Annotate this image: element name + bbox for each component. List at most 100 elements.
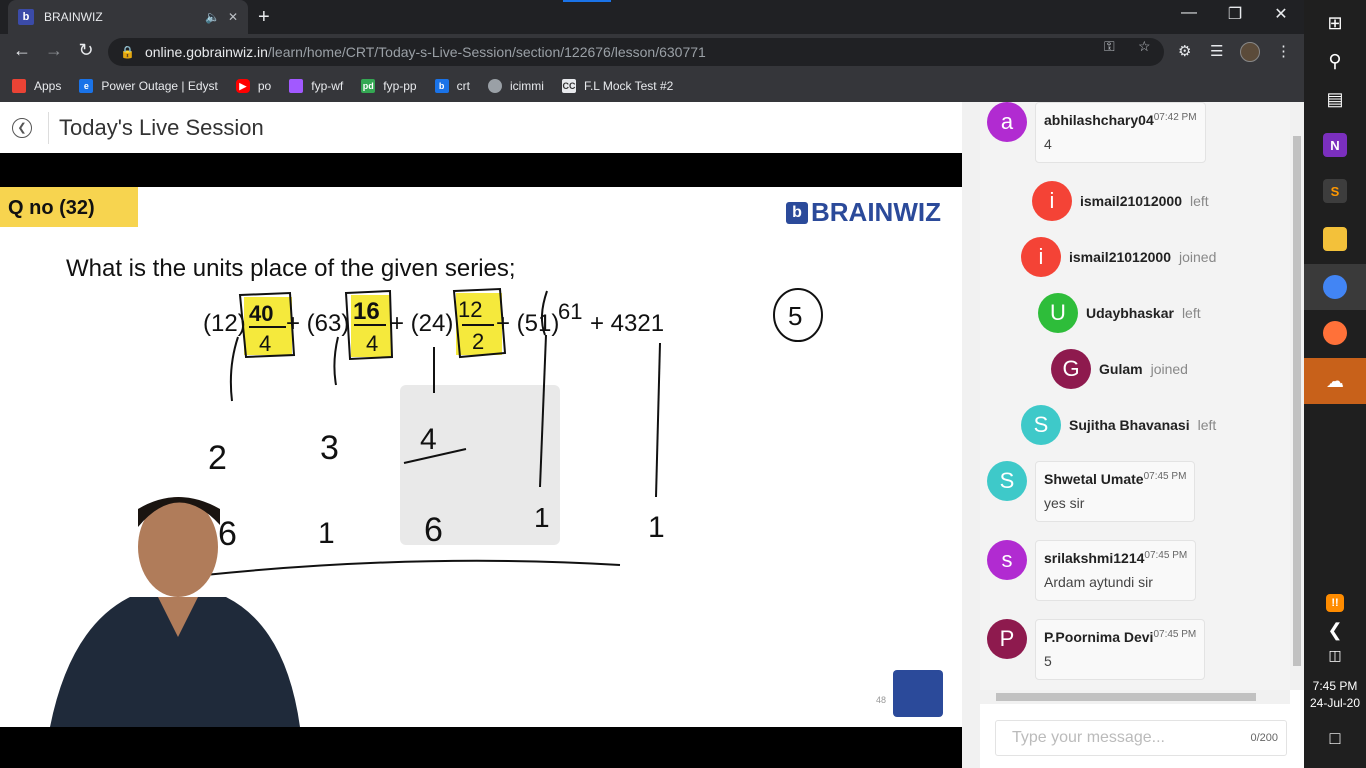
photos-icon[interactable]: ☁ [1304, 358, 1366, 404]
expr-exp-3-den: 2 [472, 329, 484, 354]
row1-digit-3: 4 [420, 423, 437, 456]
reload-icon[interactable]: ↻ [74, 40, 98, 61]
url-host: online.gobrainwiz.in [144, 44, 268, 60]
bookmark-mock-test[interactable]: CC F.L Mock Test #2 [561, 79, 673, 93]
lecture-slide: Q no (32) b BRAINWIZ What is the units pl… [0, 187, 962, 727]
event-username: ismail21012000 [1080, 193, 1182, 209]
message-text: Ardam aytundi sir [1044, 574, 1153, 590]
speaker-icon[interactable]: 🔈 [205, 10, 220, 24]
chrome-icon[interactable] [1304, 264, 1366, 310]
extensions-puzzle-icon[interactable]: ⚙ [1178, 42, 1191, 60]
row1-digit-2: 3 [320, 429, 339, 467]
bookmark-fyp-wf[interactable]: fyp-wf [289, 79, 343, 93]
back-circle-icon[interactable]: ❮ [12, 117, 32, 138]
expr-base-1: (12) [203, 310, 246, 337]
windows-taskbar: ⊞ ⚲ ▤ N S ☁ !! ❮ ◫ 7:45 PM 24-Jul-20 □ [1304, 0, 1366, 768]
pd-icon: pd [361, 79, 376, 93]
bookmark-edyst[interactable]: e Power Outage | Edyst [79, 79, 218, 93]
chat-scrollbar[interactable] [1290, 102, 1304, 690]
expr-base-2: + (63) [286, 310, 349, 337]
presenter-video [50, 497, 300, 727]
minimize-button[interactable]: — [1166, 4, 1212, 22]
message-bubble: abhilashchary0407:42 PM 4 [1035, 102, 1206, 163]
url-path: /learn/home/CRT/Today-s-Live-Session/sec… [267, 44, 706, 60]
message-time: 07:45 PM [1143, 471, 1187, 482]
avatar: s [987, 540, 1027, 580]
message-text: 4 [1044, 136, 1052, 152]
globe-icon [487, 79, 502, 93]
chat-system-event: S Sujitha Bhavanasi left [1021, 405, 1216, 445]
chat-message-list[interactable]: a abhilashchary0407:42 PM 4 i ismail2101… [980, 102, 1290, 690]
close-tab-icon[interactable]: ✕ [228, 10, 238, 24]
apps-grid-icon [12, 79, 26, 93]
profile-avatar[interactable] [1240, 42, 1260, 62]
char-counter: 0/200 [1250, 732, 1278, 744]
back-arrow-icon[interactable]: ← [10, 40, 34, 61]
bookmark-po[interactable]: ▶ po [235, 79, 271, 93]
chat-left-scrollbar[interactable] [962, 102, 980, 768]
bookmark-crt[interactable]: b crt [434, 79, 470, 93]
chat-system-event: U Udaybhaskar left [1038, 293, 1201, 333]
sublime-text-icon[interactable]: S [1304, 168, 1366, 214]
chat-hscrollbar-thumb[interactable] [996, 693, 1256, 701]
chat-system-event: i ismail21012000 left [1032, 181, 1209, 221]
brainwiz-corner-logo [893, 670, 943, 717]
message-text: 5 [1044, 653, 1052, 669]
row1-digit-1: 2 [208, 439, 227, 477]
forward-arrow-icon[interactable]: → [42, 40, 66, 61]
action-center-icon[interactable]: □ [1304, 715, 1366, 761]
event-username: ismail21012000 [1069, 249, 1171, 265]
row2-digit-4: 1 [534, 502, 550, 533]
key-icon[interactable]: ⚿ [1104, 38, 1115, 55]
message-time: 07:45 PM [1153, 629, 1197, 640]
message-time: 07:42 PM [1153, 112, 1197, 123]
event-action: joined [1178, 249, 1217, 265]
chat-scrollbar-thumb[interactable] [1293, 136, 1301, 666]
chat-horizontal-scrollbar[interactable] [980, 690, 1290, 704]
avatar: S [1021, 405, 1061, 445]
slide-number: 48 [876, 695, 887, 705]
bookmark-fyp-pp[interactable]: pd fyp-pp [361, 79, 417, 93]
maximize-button[interactable]: ❐ [1212, 4, 1258, 24]
tab-title: BRAINWIZ [44, 10, 103, 24]
video-player[interactable]: Q no (32) b BRAINWIZ What is the units pl… [0, 153, 962, 768]
message-bubble: Shwetal Umate07:45 PM yes sir [1035, 461, 1196, 522]
expr-exp-1-num: 40 [249, 301, 273, 326]
chat-system-event: G Gulam joined [1051, 349, 1188, 389]
media-queue-icon[interactable]: ☰ [1210, 42, 1223, 60]
close-window-button[interactable]: ✕ [1258, 4, 1304, 24]
onenote-icon[interactable]: N [1304, 122, 1366, 168]
tab-strip: b BRAINWIZ 🔈 ✕ + — ❐ ✕ [0, 0, 1304, 34]
avatar: U [1038, 293, 1078, 333]
lock-icon: 🔒 [120, 45, 135, 59]
header-divider [48, 111, 49, 144]
message-username: srilakshmi1214 [1044, 550, 1145, 566]
expr-base-4: + (51) [496, 310, 559, 337]
file-explorer-icon[interactable] [1304, 216, 1366, 262]
chat-message-input[interactable] [1012, 729, 1251, 747]
chrome-menu-icon[interactable]: ⋮ [1276, 42, 1291, 60]
task-view-icon[interactable]: ▤ [1304, 76, 1366, 122]
bookmark-icimmi[interactable]: icimmi [487, 79, 544, 93]
youtube-icon: ▶ [235, 79, 250, 93]
address-bar[interactable]: 🔒 online.gobrainwiz.in/learn/home/CRT/To… [108, 38, 1164, 66]
expr-exp-4: 61 [558, 299, 582, 324]
browser-toolbar: ← → ↻ 🔒 online.gobrainwiz.in/learn/home/… [0, 34, 1304, 70]
bookmark-star-icon[interactable]: ☆ [1138, 38, 1151, 55]
firefox-icon[interactable] [1304, 310, 1366, 356]
avatar: G [1051, 349, 1091, 389]
message-time: 07:45 PM [1144, 550, 1188, 561]
chat-input-box[interactable]: 0/200 [995, 720, 1287, 756]
message-bubble: P.Poornima Devi07:45 PM 5 [1035, 619, 1206, 680]
bookmarks-bar: Apps e Power Outage | Edyst ▶ po fyp-wf pd… [0, 70, 1304, 102]
chat-message: P P.Poornima Devi07:45 PM 5 [987, 619, 1206, 680]
new-tab-button[interactable]: + [258, 6, 270, 29]
browser-tab[interactable]: b BRAINWIZ 🔈 ✕ [8, 0, 248, 34]
event-action: left [1181, 305, 1201, 321]
live-chat-panel: a abhilashchary0407:42 PM 4 i ismail2101… [962, 102, 1304, 768]
expr-exp-2-den: 4 [366, 331, 378, 356]
bookmark-apps[interactable]: Apps [12, 79, 61, 93]
battery-wifi-icon[interactable]: ◫ [1304, 632, 1366, 678]
system-clock[interactable]: 7:45 PM 24-Jul-20 [1304, 678, 1366, 712]
expr-base-3: + (24) [390, 310, 453, 337]
